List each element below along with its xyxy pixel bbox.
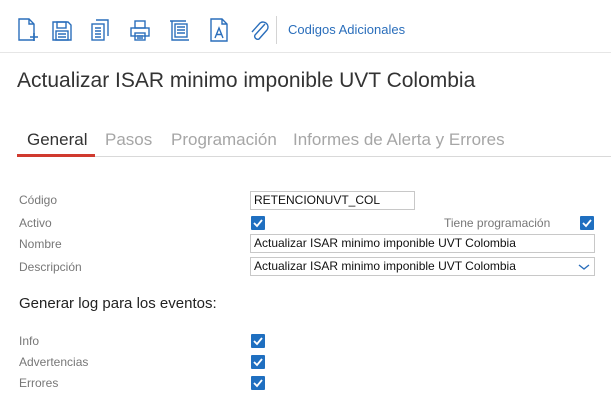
checkmark-icon <box>253 219 263 228</box>
info-label: Info <box>19 334 40 348</box>
tab-pasos[interactable]: Pasos <box>105 130 152 150</box>
nombre-input[interactable]: Actualizar ISAR minimo imponible UVT Col… <box>250 234 595 253</box>
checkmark-icon <box>253 379 263 388</box>
descripcion-label: Descripción <box>19 260 82 274</box>
print-icon[interactable] <box>127 16 153 44</box>
activo-label: Activo <box>19 216 52 230</box>
log-section-title: Generar log para los eventos: <box>19 295 217 312</box>
nombre-label: Nombre <box>19 237 62 251</box>
advertencias-checkbox[interactable] <box>251 355 265 369</box>
active-tab-indicator <box>17 154 95 157</box>
toolbar: Codigos Adicionales <box>0 0 611 53</box>
report-icon[interactable] <box>167 16 193 44</box>
copy-icon[interactable] <box>87 16 113 44</box>
checkmark-icon <box>253 358 263 367</box>
checkmark-icon <box>582 219 592 228</box>
tab-informes[interactable]: Informes de Alerta y Errores <box>293 130 505 150</box>
info-checkbox[interactable] <box>251 334 265 348</box>
descripcion-select[interactable]: Actualizar ISAR minimo imponible UVT Col… <box>250 257 595 276</box>
tab-general[interactable]: General <box>27 130 87 150</box>
tab-programacion[interactable]: Programación <box>171 130 277 150</box>
advertencias-label: Advertencias <box>19 355 89 369</box>
save-icon[interactable] <box>49 16 75 44</box>
toolbar-divider <box>276 16 277 44</box>
programacion-label: Tiene programación <box>444 216 551 230</box>
descripcion-value: Actualizar ISAR minimo imponible UVT Col… <box>254 259 516 273</box>
codigo-label: Código <box>19 193 58 207</box>
page-title: Actualizar ISAR minimo imponible UVT Col… <box>17 69 476 92</box>
attachment-icon[interactable] <box>246 16 272 44</box>
programacion-checkbox[interactable] <box>580 216 594 230</box>
errores-checkbox[interactable] <box>251 376 265 390</box>
codigos-adicionales-link[interactable]: Codigos Adicionales <box>288 22 405 37</box>
tab-bar: General Pasos Programación Informes de A… <box>17 125 611 157</box>
chevron-down-icon <box>578 264 590 270</box>
checkmark-icon <box>253 337 263 346</box>
activo-checkbox[interactable] <box>251 216 265 230</box>
new-document-icon[interactable] <box>15 16 41 44</box>
text-document-icon[interactable] <box>207 16 233 44</box>
codigo-input[interactable]: RETENCIONUVT_COL <box>250 191 415 210</box>
errores-label: Errores <box>19 376 59 390</box>
